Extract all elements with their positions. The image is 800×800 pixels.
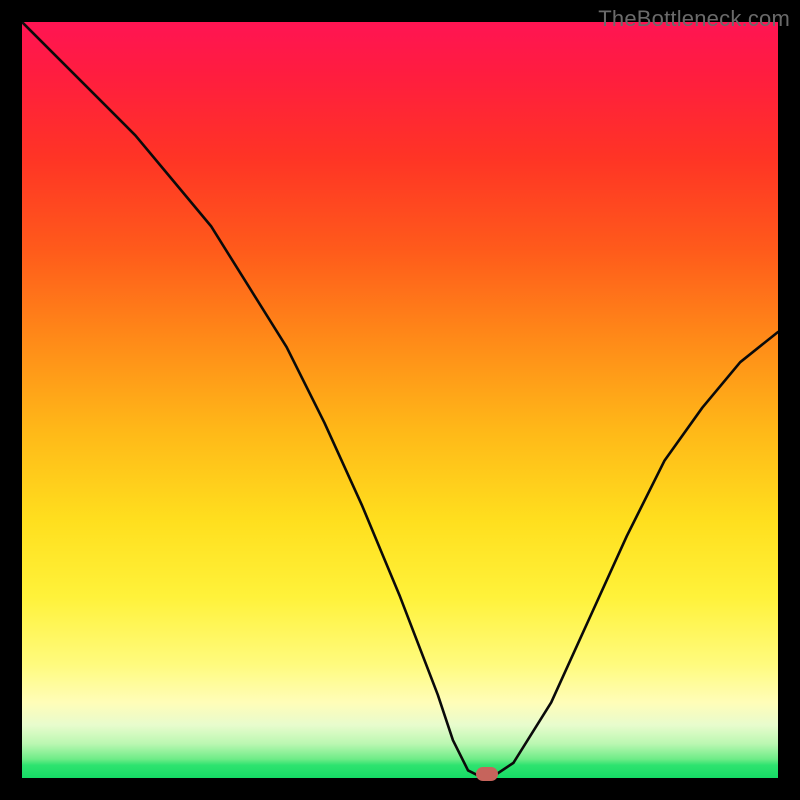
watermark: TheBottleneck.com bbox=[598, 6, 790, 32]
chart-container: TheBottleneck.com bbox=[0, 0, 800, 800]
curve-layer bbox=[22, 22, 778, 778]
bottleneck-curve bbox=[22, 22, 778, 778]
plot-area bbox=[22, 22, 778, 778]
optimal-point-marker bbox=[476, 767, 498, 781]
